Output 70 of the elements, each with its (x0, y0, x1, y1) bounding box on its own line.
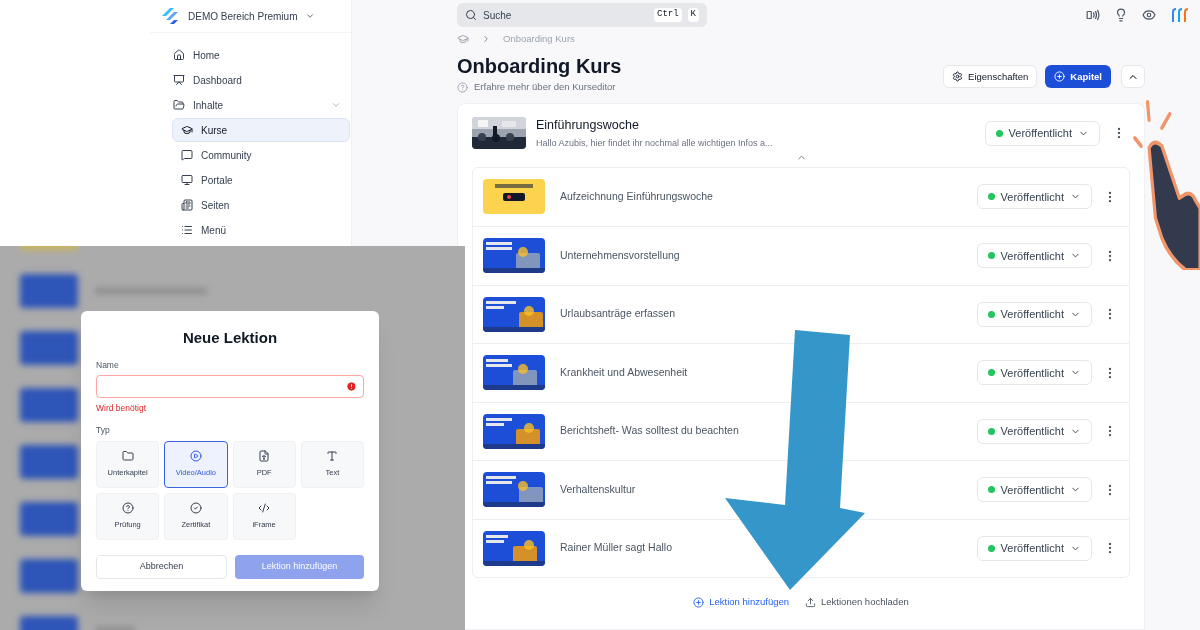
upload-lessons-link[interactable]: Lektionen hochladen (805, 595, 909, 610)
field-label: Typ (96, 424, 111, 437)
chevron-right-icon (481, 34, 491, 44)
home-icon (173, 49, 185, 61)
lesson-title[interactable]: Aufzeichnung Einführungswoche (560, 188, 713, 205)
plus-icon (1054, 71, 1066, 83)
file-icon (258, 450, 271, 463)
add-lesson-link[interactable]: Lektion hinzufügen (693, 595, 790, 610)
search-field[interactable]: Suche Ctrl K (457, 3, 707, 27)
sidebar-item[interactable]: Menü (172, 218, 350, 242)
lesson-title[interactable]: Unternehmensvorstellung (560, 247, 680, 264)
eye-icon[interactable] (1142, 8, 1156, 22)
logo-icon (160, 6, 180, 26)
status-dropdown[interactable]: Veröffentlicht (976, 301, 1092, 327)
chapter-title[interactable]: Einführungswoche (536, 116, 985, 135)
folder-icon (173, 99, 185, 111)
shortcut-key: Ctrl (654, 8, 682, 22)
sidebar-item[interactable]: Kurse (172, 118, 350, 142)
monitor-icon (181, 174, 193, 186)
lesson-title[interactable]: Berichtsheft- Was solltest du beachten (560, 423, 739, 440)
workspace-name[interactable]: DEMO Bereich Premium (188, 8, 298, 24)
sidebar-item[interactable]: Home (164, 43, 350, 67)
search-icon (465, 9, 477, 21)
status-dropdown[interactable]: Veröffentlicht (984, 120, 1100, 146)
dialog-title: Neue Lektion (181, 328, 279, 348)
question-icon (121, 502, 134, 515)
sidebar-item[interactable]: Portale (172, 168, 350, 192)
sidebar-item[interactable]: Inhalte (164, 93, 350, 117)
graduation-cap-icon (181, 124, 193, 136)
error-message: Wird benötigt (96, 402, 148, 415)
settings-icon (952, 71, 964, 83)
chevron-down-icon[interactable] (305, 11, 316, 21)
input-field[interactable] (96, 375, 364, 399)
chapter-description: Hallo Azubis, hier findet ihr nochmal alle wichtigen Infos a... (536, 137, 774, 150)
lesson-title[interactable]: Verhaltenskultur (560, 481, 636, 498)
lightbulb-icon[interactable] (1114, 8, 1128, 22)
field-label: Name (96, 358, 120, 372)
help-link[interactable]: Erfahre mehr über den Kurseditor (474, 80, 616, 95)
phone-icon[interactable] (1086, 8, 1100, 22)
shortcut-key: K (687, 8, 699, 22)
status-dropdown[interactable]: Veröffentlicht (976, 418, 1092, 444)
status-dropdown[interactable]: Veröffentlicht (976, 477, 1092, 503)
list-icon (181, 224, 193, 236)
presentation-icon (173, 74, 185, 86)
add-chapter-button[interactable]: Kapitel (1045, 65, 1111, 89)
folder-icon (121, 450, 134, 463)
sidebar-item[interactable]: Dashboard (164, 68, 350, 92)
sidebar-item[interactable]: Seiten (172, 193, 350, 217)
status-dropdown[interactable]: Veröffentlicht (976, 535, 1092, 561)
error-icon (346, 381, 357, 393)
text-icon (326, 450, 339, 463)
status-dropdown[interactable]: Veröffentlicht (976, 360, 1092, 386)
sidebar-item[interactable]: Community (172, 143, 350, 167)
page-title: Onboarding Kurs (457, 54, 622, 79)
properties-button[interactable]: Eigenschaften (943, 65, 1038, 89)
cancel-button[interactable]: Abbrechen (96, 554, 227, 579)
chat-icon (181, 149, 193, 161)
logo-icon (1170, 7, 1190, 23)
lesson-title[interactable]: Krankheit und Abwesenheit (560, 364, 688, 381)
status-dropdown[interactable]: Veröffentlicht (976, 243, 1092, 269)
status-dropdown[interactable]: Veröffentlicht (976, 184, 1092, 210)
chevron-down-icon (331, 100, 341, 110)
check-icon (189, 502, 202, 515)
play-icon (189, 450, 202, 463)
code-icon (258, 502, 271, 515)
lesson-title[interactable]: Rainer Müller sagt Hallo (560, 540, 673, 557)
newspaper-icon (181, 199, 193, 211)
plus-icon (693, 596, 705, 608)
lesson-title[interactable]: Urlaubsanträge erfassen (560, 306, 675, 323)
upload-icon (805, 596, 817, 608)
